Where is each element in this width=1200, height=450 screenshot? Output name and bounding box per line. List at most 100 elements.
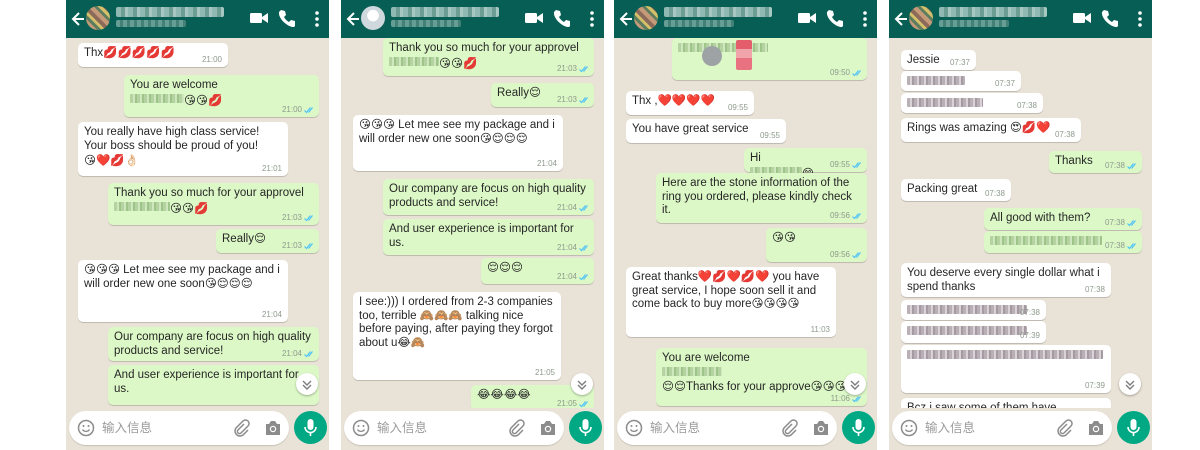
back-arrow-icon[interactable] xyxy=(893,9,909,29)
scroll-to-bottom-button[interactable] xyxy=(571,373,593,395)
back-arrow-icon[interactable] xyxy=(345,9,361,29)
more-options-icon[interactable] xyxy=(314,9,320,29)
scroll-to-bottom-button[interactable] xyxy=(1119,373,1141,395)
chat-header xyxy=(341,0,604,38)
voice-message-button[interactable] xyxy=(842,411,875,444)
avatar[interactable] xyxy=(361,6,385,30)
incoming-message[interactable]: 07:38 xyxy=(901,300,1046,320)
incoming-message[interactable]: 😘😘😘 Let mee see my package and i will or… xyxy=(78,260,288,322)
incoming-message[interactable]: You deserve every single dollar what i s… xyxy=(901,263,1111,297)
camera-icon[interactable] xyxy=(812,420,830,436)
outgoing-message[interactable]: You are welcome 😌😌Thanks for your approve… xyxy=(656,348,867,406)
camera-icon[interactable] xyxy=(1087,420,1105,436)
message-input[interactable] xyxy=(102,419,222,437)
back-arrow-icon[interactable] xyxy=(618,9,634,29)
camera-icon[interactable] xyxy=(539,420,557,436)
voice-call-icon[interactable] xyxy=(826,9,843,27)
video-call-icon[interactable] xyxy=(249,11,269,25)
voice-message-button[interactable] xyxy=(1117,411,1150,444)
scroll-to-bottom-button[interactable] xyxy=(296,373,318,395)
emoji-icon[interactable] xyxy=(625,419,643,437)
incoming-message[interactable]: 07:37 xyxy=(901,71,1021,91)
incoming-message[interactable]: Great thanks❤️💋❤️💋❤️ you have great serv… xyxy=(626,267,836,337)
outgoing-message[interactable]: You are welcome 😘😘💋 21:00 xyxy=(124,75,319,117)
more-options-icon[interactable] xyxy=(589,9,595,29)
chat-screen-1: Thx💋💋💋💋💋 21:00 You are welcome 😘😘💋 21:00 You … xyxy=(66,0,329,450)
emoji-icon[interactable] xyxy=(352,419,370,437)
incoming-message[interactable]: Packing great 07:38 xyxy=(901,179,1011,201)
incoming-message[interactable]: You really have high class service! Your… xyxy=(78,122,288,176)
message-list[interactable]: 09:50 Thx ,❤️❤️❤️❤️ 09:55 You have great se… xyxy=(614,38,877,408)
emoji-icon[interactable] xyxy=(77,419,95,437)
outgoing-message[interactable]: Our company are focus on high quality pr… xyxy=(383,179,594,215)
scroll-to-bottom-button[interactable] xyxy=(844,373,866,395)
voice-call-icon[interactable] xyxy=(278,9,295,27)
outgoing-message[interactable]: 09:50 xyxy=(672,38,867,80)
camera-icon[interactable] xyxy=(264,420,282,436)
outgoing-message[interactable]: Thank you so much for your approvel 😘😘💋 21… xyxy=(108,183,319,225)
back-arrow-icon[interactable] xyxy=(70,9,86,29)
contact-name-redacted[interactable] xyxy=(939,7,1047,17)
contact-name-redacted[interactable] xyxy=(391,7,499,17)
emoji-icon[interactable] xyxy=(900,419,918,437)
attach-icon[interactable] xyxy=(507,419,525,437)
microphone-icon xyxy=(303,418,318,437)
redaction-block xyxy=(389,56,439,66)
double-chevron-down-icon xyxy=(1119,373,1141,395)
voice-call-icon[interactable] xyxy=(1101,9,1118,27)
attach-icon[interactable] xyxy=(232,419,250,437)
attach-icon[interactable] xyxy=(780,419,798,437)
incoming-message[interactable]: 07:38 xyxy=(901,93,1043,113)
outgoing-message[interactable]: 😘😘 09:56 xyxy=(766,228,867,262)
message-time: 21:03 xyxy=(281,213,302,222)
contact-name-redacted[interactable] xyxy=(664,7,772,17)
outgoing-message[interactable]: Here are the stone information of the ri… xyxy=(656,173,867,223)
outgoing-message[interactable]: All good with them? 07:38 xyxy=(984,208,1142,230)
attach-icon[interactable] xyxy=(1055,419,1073,437)
voice-message-button[interactable] xyxy=(294,411,327,444)
outgoing-message[interactable]: Thank you so much for your approvel 😘😘💋 21… xyxy=(383,38,594,76)
incoming-message[interactable]: 😘😘😘 Let mee see my package and i will or… xyxy=(353,115,563,171)
outgoing-message[interactable]: Hi😁09:55 xyxy=(744,148,867,180)
incoming-message[interactable]: Rings was amazing 😍💋❤️ 07:38 xyxy=(901,118,1081,142)
incoming-message[interactable]: Jessie 07:37 xyxy=(901,50,976,70)
message-list[interactable]: Jessie 07:37 07:37 07:38 Rings was amazing 😍… xyxy=(889,38,1152,408)
incoming-message[interactable]: I see:))) I ordered from 2-3 companies t… xyxy=(353,292,561,380)
avatar[interactable] xyxy=(909,6,933,30)
incoming-message[interactable]: Thx ,❤️❤️❤️❤️ 09:55 xyxy=(626,91,754,115)
outgoing-message[interactable]: Really😌 21:03 xyxy=(216,229,319,253)
outgoing-message[interactable]: And user experience is important for us. xyxy=(108,365,319,405)
contact-status-redacted xyxy=(116,20,186,27)
image-thumbnail[interactable] xyxy=(736,40,752,70)
outgoing-message[interactable]: Really😌 21:03 xyxy=(491,83,594,107)
voice-call-icon[interactable] xyxy=(553,9,570,27)
avatar[interactable] xyxy=(634,6,658,30)
avatar[interactable] xyxy=(86,6,110,30)
outgoing-message[interactable]: 07:38 xyxy=(984,231,1142,253)
more-options-icon[interactable] xyxy=(1137,9,1143,29)
incoming-message[interactable]: 07:39 xyxy=(901,345,1111,393)
incoming-message[interactable]: You have great service 09:55 xyxy=(626,119,786,143)
redacted-name: 😌😌Thanks for your approve😘😘😘💋 xyxy=(662,366,861,393)
incoming-message[interactable]: 07:39 xyxy=(901,321,1046,343)
contact-name-redacted[interactable] xyxy=(116,7,224,17)
video-call-icon[interactable] xyxy=(1072,11,1092,25)
message-list[interactable]: Thank you so much for your approvel 😘😘💋 21… xyxy=(341,38,604,408)
incoming-message[interactable]: Bcz i saw some of them have xyxy=(901,398,1111,408)
outgoing-message[interactable]: Our company are focus on high quality pr… xyxy=(108,327,319,361)
video-call-icon[interactable] xyxy=(797,11,817,25)
message-list[interactable]: Thx💋💋💋💋💋 21:00 You are welcome 😘😘💋 21:00 You … xyxy=(66,38,329,408)
chat-screen-3: 09:50 Thx ,❤️❤️❤️❤️ 09:55 You have great se… xyxy=(614,0,877,450)
voice-message-button[interactable] xyxy=(569,411,602,444)
outgoing-message[interactable]: And user experience is important for us.… xyxy=(383,219,594,255)
forward-icon[interactable] xyxy=(702,46,722,66)
message-input[interactable] xyxy=(377,419,497,437)
video-call-icon[interactable] xyxy=(524,11,544,25)
more-options-icon[interactable] xyxy=(862,9,868,29)
incoming-message[interactable]: Thx💋💋💋💋💋 21:00 xyxy=(78,43,228,67)
message-input[interactable] xyxy=(925,419,1045,437)
outgoing-message[interactable]: 😌😌😌 21:04 xyxy=(481,258,594,284)
message-input[interactable] xyxy=(650,419,770,437)
message-text: Great thanks❤️💋❤️💋❤️ you have great serv… xyxy=(632,271,820,310)
outgoing-message[interactable]: Thanks 07:38 xyxy=(1049,151,1142,173)
